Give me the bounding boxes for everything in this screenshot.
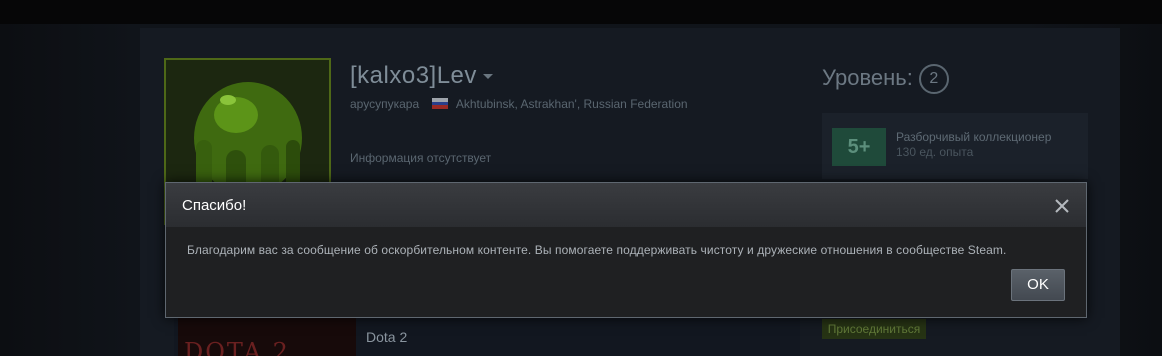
- join-button[interactable]: Присоединиться: [822, 319, 926, 339]
- badge-xp: 130 ед. опыта: [896, 145, 974, 159]
- profile-summary: Информация отсутствует: [350, 151, 492, 165]
- chevron-down-icon[interactable]: [482, 74, 493, 80]
- profile-info-line: арусупукара Akhtubinsk, Astrakhan', Russ…: [350, 97, 688, 111]
- game-logo[interactable]: DOTA 2: [178, 318, 356, 356]
- dialog-message: Благодарим вас за сообщение об оскорбите…: [187, 243, 1007, 257]
- persona-name-text: [kalxo3]Lev: [350, 62, 477, 89]
- thank-you-dialog: Спасибо! Благодарим вас за сообщение об …: [165, 182, 1087, 318]
- persona-name[interactable]: [kalxo3]Lev: [350, 62, 493, 90]
- level-value[interactable]: 2: [918, 64, 949, 94]
- level-label: Уровень:: [822, 64, 913, 90]
- russia-flag-icon: [432, 98, 449, 109]
- close-icon[interactable]: [1051, 195, 1073, 217]
- location: Akhtubinsk, Astrakhan', Russian Federati…: [455, 97, 688, 111]
- top-bar: [0, 0, 1162, 24]
- dialog-body: Благодарим вас за сообщение об оскорбите…: [166, 227, 1086, 317]
- level-display: Уровень: 2: [822, 64, 949, 94]
- dialog-header: Спасибо!: [166, 183, 1086, 227]
- game-logo-text: DOTA 2: [184, 338, 290, 356]
- real-name: арусупукара: [350, 97, 420, 111]
- ok-button[interactable]: OK: [1011, 269, 1065, 301]
- game-name[interactable]: Dota 2: [366, 329, 407, 345]
- badge-icon: 5+: [832, 128, 886, 166]
- favorite-badge[interactable]: 5+ Разборчивый коллекционер 130 ед. опыт…: [822, 113, 1088, 179]
- badge-title: Разборчивый коллекционер: [896, 130, 1052, 144]
- dialog-title: Спасибо!: [182, 197, 247, 214]
